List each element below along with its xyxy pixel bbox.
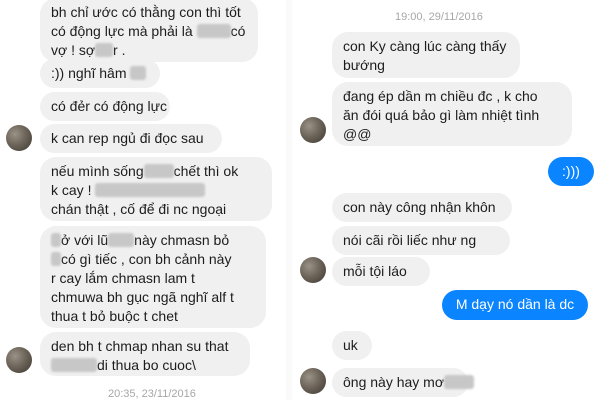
- message-text: có đẻr có động lực: [51, 98, 167, 114]
- incoming-message-1[interactable]: con Ky càng lúc càng thấy bướng: [332, 32, 520, 78]
- message-text: có: [230, 23, 246, 39]
- message-text: chán thật , cố để đi nc ngoại: [51, 201, 227, 217]
- redacted-text: [444, 375, 475, 389]
- message-text: ăn đói quá bảo gì làm nhiệt tình: [343, 107, 540, 123]
- incoming-message-6[interactable]: uk: [332, 331, 372, 360]
- message-text: con này công nhận khôn: [343, 199, 496, 215]
- message-text: uk: [343, 337, 358, 353]
- message-text: @@: [343, 126, 372, 142]
- contact-avatar[interactable]: [300, 257, 326, 283]
- outgoing-message-1[interactable]: :))): [548, 157, 594, 186]
- message-text: di thua bo cuoc\: [97, 357, 196, 373]
- message-text: r .: [113, 42, 126, 58]
- incoming-message-2[interactable]: :)) nghĩ hâm: [40, 59, 160, 88]
- message-text: bướng: [343, 57, 385, 73]
- message-text: bh chỉ ước có thằng con thì tốt: [51, 4, 241, 20]
- message-text: có động lực mà phải là: [51, 23, 197, 39]
- redacted-text: [196, 24, 231, 38]
- message-text: nói cãi rồi liếc như ng: [343, 232, 477, 248]
- message-text: ông này hay mơ: [343, 374, 445, 390]
- message-text: chmuwa bh gục ngã nghĩ alf t: [51, 289, 234, 305]
- message-text: mỗi tội láo: [343, 263, 407, 279]
- redacted-text: [51, 233, 61, 247]
- incoming-message-3[interactable]: có đẻr có động lực: [40, 92, 170, 121]
- timestamp: 19:00, 29/11/2016: [395, 11, 483, 23]
- incoming-message-5[interactable]: nếu mình sống chết thì ok k cay ! chán th…: [40, 157, 272, 221]
- redacted-text: [95, 43, 114, 57]
- message-text: k cay !: [51, 182, 96, 198]
- message-text: :))): [562, 163, 580, 179]
- redacted-text: [143, 164, 174, 178]
- redacted-text: [51, 358, 97, 372]
- redacted-text: [95, 183, 206, 197]
- incoming-message-3[interactable]: con này công nhận khôn: [332, 193, 512, 222]
- message-text: M dạy nó dần là dc: [455, 296, 575, 312]
- contact-avatar[interactable]: [6, 125, 32, 151]
- message-text: nếu mình sống: [51, 163, 144, 179]
- incoming-message-4[interactable]: k can rep ngủ đi đọc sau: [40, 124, 222, 153]
- timestamp: 20:35, 23/11/2016: [108, 388, 196, 400]
- message-text: den bh t chmap nhan su that: [51, 338, 229, 354]
- left-chat-panel: bh chỉ ước có thằng con thì tốt có động …: [0, 0, 286, 400]
- message-text: đang ép dần m chiều đc , k cho: [343, 88, 538, 104]
- incoming-message-4[interactable]: nói cãi rồi liếc như ng: [332, 226, 510, 255]
- message-text: k can rep ngủ đi đọc sau: [51, 130, 204, 146]
- message-text: có gì tiếc , con bh cảnh này: [61, 251, 232, 267]
- right-chat-panel: 19:00, 29/11/2016 con Ky càng lúc càng t…: [292, 0, 600, 400]
- message-text: :)) nghĩ hâm: [51, 65, 131, 81]
- message-text: r cay lắm chmasn lam t: [51, 270, 195, 286]
- contact-avatar[interactable]: [300, 117, 326, 143]
- redacted-text: [51, 252, 61, 266]
- incoming-message-6[interactable]: ở với lũ này chmasn bỏ có gì tiếc , con b…: [40, 226, 266, 328]
- incoming-message-5[interactable]: mỗi tội láo: [332, 257, 430, 286]
- incoming-message-7[interactable]: ông này hay mơ: [332, 368, 475, 397]
- redacted-text: [108, 233, 135, 247]
- outgoing-message-2[interactable]: M dạy nó dần là dc: [442, 290, 588, 320]
- message-text: vợ ! sợ: [51, 42, 96, 58]
- contact-avatar[interactable]: [6, 347, 32, 373]
- incoming-message-7[interactable]: den bh t chmap nhan su that di thua bo c…: [40, 332, 250, 376]
- incoming-message-2[interactable]: đang ép dần m chiều đc , k cho ăn đói qu…: [332, 82, 572, 146]
- message-text: con Ky càng lúc càng thấy: [343, 38, 507, 54]
- message-text: thua t bỏ buộc t chet: [51, 308, 178, 324]
- message-text: ở với lũ: [61, 232, 109, 248]
- incoming-message-1[interactable]: bh chỉ ước có thằng con thì tốt có động …: [40, 0, 258, 62]
- message-text: này chmasn bỏ: [134, 232, 230, 248]
- message-text: chết thì ok: [173, 163, 239, 179]
- contact-avatar[interactable]: [300, 368, 326, 394]
- redacted-text: [130, 66, 147, 80]
